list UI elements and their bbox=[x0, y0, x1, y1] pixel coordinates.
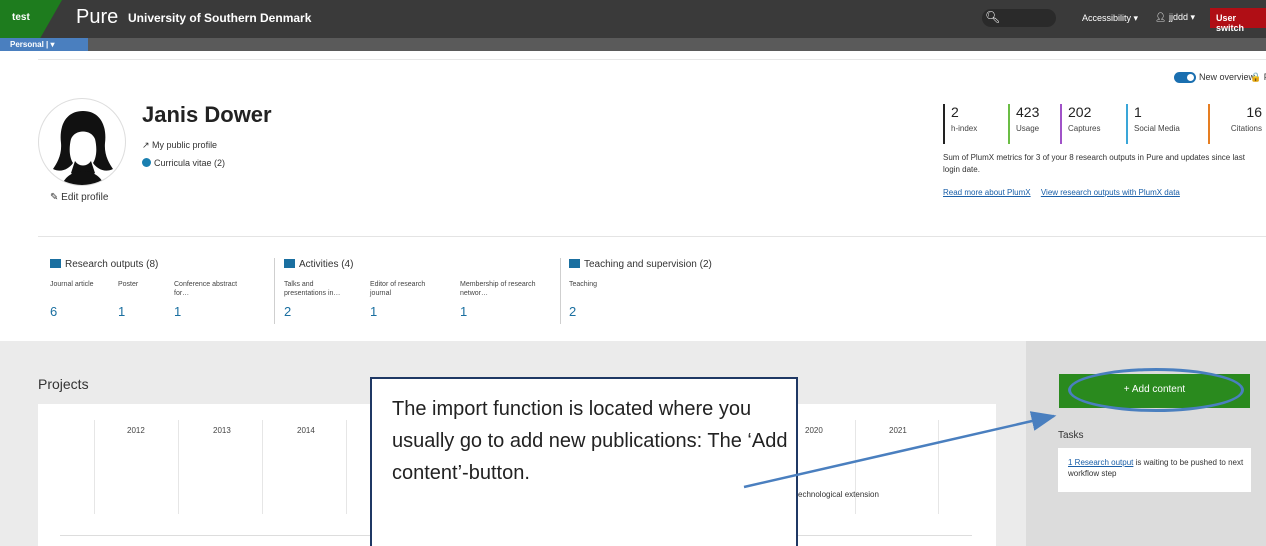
private-label[interactable]: 🔒 Privat bbox=[1250, 72, 1266, 83]
curricula-vitae-link[interactable]: Curricula vitae (2) bbox=[142, 158, 225, 168]
organisation-name: University of Southern Denmark bbox=[128, 11, 312, 25]
sub-navigation-bar: Personal | ▾ bbox=[0, 38, 1266, 51]
search-input[interactable]: 🔍︎ bbox=[982, 9, 1056, 27]
metric-social-media[interactable]: 1 Social Media bbox=[1126, 104, 1196, 144]
cv-icon bbox=[142, 158, 151, 167]
avatar-silhouette-icon bbox=[53, 111, 113, 185]
metric-label: Social Media bbox=[1134, 124, 1180, 133]
metric-label: h-index bbox=[951, 124, 978, 133]
divider bbox=[38, 236, 1266, 237]
metric-value: 423 bbox=[1016, 104, 1040, 120]
public-profile-link[interactable]: ↗ My public profile bbox=[142, 140, 217, 151]
research-outputs-label: Research outputs (8) bbox=[65, 259, 159, 270]
personal-tab[interactable]: Personal | ▾ bbox=[0, 38, 88, 51]
teaching-title[interactable]: Teaching and supervision (2) bbox=[569, 259, 712, 270]
divider bbox=[560, 258, 561, 324]
count-value[interactable]: 2 bbox=[569, 304, 576, 319]
count-label: Journal article bbox=[50, 281, 94, 288]
projects-title: Projects bbox=[38, 376, 89, 392]
book-icon bbox=[50, 259, 61, 268]
plumx-read-more-link[interactable]: Read more about PlumX bbox=[943, 188, 1031, 197]
avatar bbox=[38, 98, 126, 186]
plumx-note: Sum of PlumX metrics for 3 of your 8 res… bbox=[943, 153, 1245, 174]
task-card: 1 Research output is waiting to be pushe… bbox=[1058, 448, 1251, 492]
count-label: Membership of research networ… bbox=[460, 281, 536, 297]
timeline-year: 2013 bbox=[213, 426, 231, 435]
timeline-year: 2014 bbox=[297, 426, 315, 435]
metric-usage[interactable]: 423 Usage bbox=[1008, 104, 1048, 144]
task-link[interactable]: 1 Research output bbox=[1068, 458, 1133, 467]
activities-label: Activities (4) bbox=[299, 259, 354, 270]
metric-value: 1 bbox=[1134, 104, 1142, 120]
timeline-gridline bbox=[346, 420, 347, 514]
research-outputs-title[interactable]: Research outputs (8) bbox=[50, 259, 158, 270]
metric-label: Captures bbox=[1068, 124, 1101, 133]
search-icon[interactable]: 🔍︎ bbox=[985, 10, 1000, 24]
count-value[interactable]: 2 bbox=[284, 304, 291, 319]
divider bbox=[38, 59, 1266, 60]
timeline-year: 2021 bbox=[889, 426, 907, 435]
timeline-year: 2012 bbox=[127, 426, 145, 435]
count-value[interactable]: 1 bbox=[460, 304, 467, 319]
user-menu[interactable]: 👤︎ jjddd ▾ bbox=[1155, 12, 1195, 23]
count-value[interactable]: 1 bbox=[370, 304, 377, 319]
count-label: Poster bbox=[118, 281, 139, 288]
cv-label: Curricula vitae (2) bbox=[154, 158, 226, 168]
count-label: Conference abstract for… bbox=[174, 281, 238, 297]
timeline-gridline bbox=[855, 420, 856, 514]
tasks-title: Tasks bbox=[1058, 430, 1084, 441]
count-value[interactable]: 1 bbox=[118, 304, 125, 319]
user-switch-button[interactable]: User switch bbox=[1210, 8, 1266, 33]
count-label: Talks and presentations in… bbox=[284, 281, 341, 297]
environment-label: test bbox=[0, 0, 62, 38]
metric-label: Usage bbox=[1016, 124, 1040, 133]
metric-captures[interactable]: 202 Captures bbox=[1060, 104, 1116, 144]
edit-profile-link[interactable]: ✎ Edit profile bbox=[50, 192, 108, 203]
timeline-gridline bbox=[938, 420, 939, 514]
timeline-gridline bbox=[262, 420, 263, 514]
activities-title[interactable]: Activities (4) bbox=[284, 259, 353, 270]
metric-value: 202 bbox=[1068, 104, 1092, 120]
accessibility-menu[interactable]: Accessibility ▾ bbox=[1082, 13, 1138, 24]
divider bbox=[274, 258, 275, 324]
plumx-links: Read more about PlumX View research outp… bbox=[943, 188, 1188, 197]
highlight-ellipse bbox=[1068, 368, 1244, 412]
count-value[interactable]: 1 bbox=[174, 304, 181, 319]
count-label: Editor of research journal bbox=[370, 281, 426, 297]
top-navigation-bar: test Pure University of Southern Denmark… bbox=[0, 0, 1266, 38]
timeline-gridline bbox=[94, 420, 95, 514]
user-icon: 👤︎ bbox=[1155, 12, 1167, 22]
metric-h-index[interactable]: 2 h-index bbox=[943, 104, 1001, 144]
user-name: jjddd ▾ bbox=[1168, 12, 1195, 22]
teaching-label: Teaching and supervision (2) bbox=[584, 259, 712, 270]
plumx-view-outputs-link[interactable]: View research outputs with PlumX data bbox=[1041, 188, 1180, 197]
metric-value: 16 bbox=[1246, 104, 1262, 120]
presentation-icon bbox=[569, 259, 580, 268]
metric-value: 2 bbox=[951, 104, 959, 120]
metric-citations[interactable]: 16 Citations bbox=[1208, 104, 1262, 144]
new-overview-toggle[interactable] bbox=[1174, 72, 1196, 83]
briefcase-icon bbox=[284, 259, 295, 268]
annotation-callout: The import function is located where you… bbox=[370, 377, 798, 546]
timeline-year: 2020 bbox=[805, 426, 823, 435]
metric-label: Citations bbox=[1230, 124, 1262, 133]
project-bar-label[interactable]: echnological extension bbox=[798, 490, 879, 499]
profile-name: Janis Dower bbox=[142, 102, 272, 127]
brand-logo[interactable]: Pure bbox=[76, 6, 118, 29]
timeline-gridline bbox=[178, 420, 179, 514]
count-value[interactable]: 6 bbox=[50, 304, 57, 319]
count-label: Teaching bbox=[569, 281, 598, 288]
new-overview-label: New overview bbox=[1199, 72, 1256, 82]
